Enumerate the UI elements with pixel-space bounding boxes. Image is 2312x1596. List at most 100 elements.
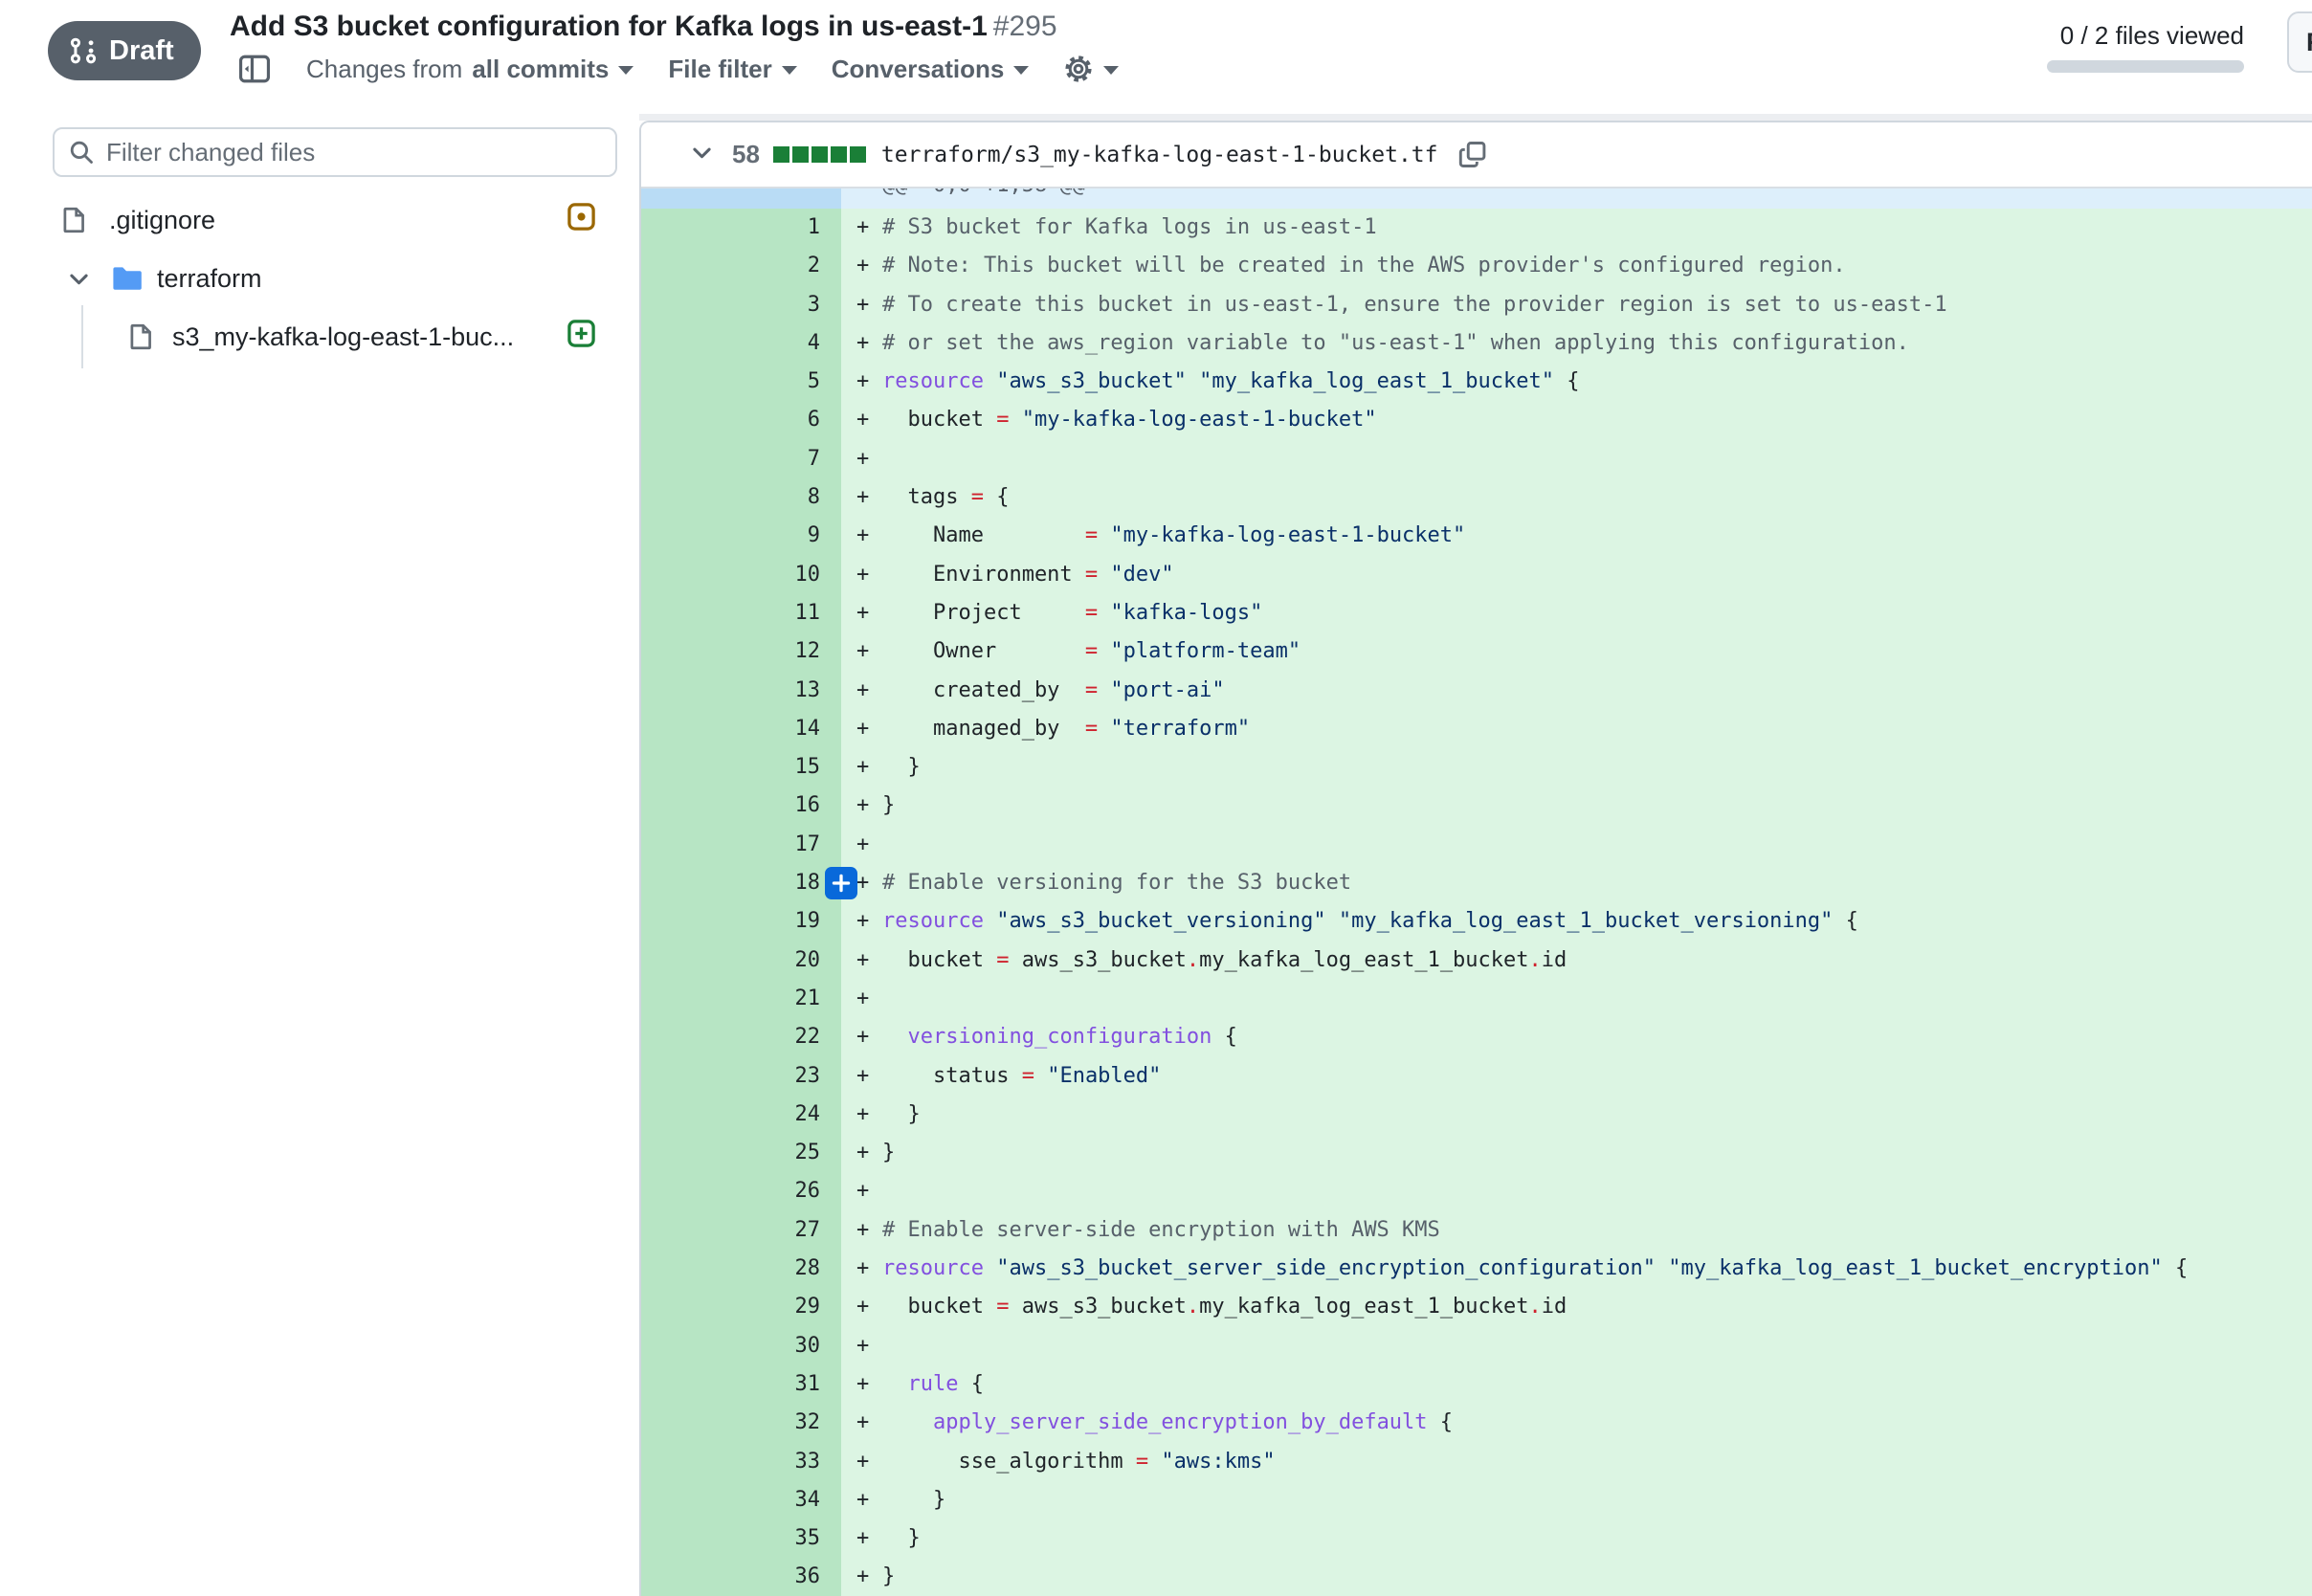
diff-addition-marker: + [856, 1134, 882, 1172]
copy-file-path-button[interactable] [1457, 140, 1487, 169]
diff-addition-marker: + [856, 672, 882, 710]
diff-line-content: + managed_by = "terraform" [841, 710, 2312, 748]
changes-from-dropdown[interactable]: Changes from all commits [306, 55, 634, 84]
file-filter-dropdown[interactable]: File filter [668, 55, 796, 84]
diff-line-content: + } [841, 748, 2312, 787]
chevron-down-icon [66, 266, 92, 292]
diff-line-number[interactable]: 8 [641, 478, 841, 517]
diff-addition-marker: + [856, 1096, 882, 1134]
diff-line-content: + [841, 1172, 2312, 1210]
diff-line: 23+ status = "Enabled" [641, 1057, 2312, 1096]
diff-line-number[interactable]: 26 [641, 1172, 841, 1210]
diff-line-number[interactable]: 5 [641, 363, 841, 401]
diff-line-number[interactable]: 29 [641, 1288, 841, 1326]
diff-line-number[interactable]: 28 [641, 1250, 841, 1288]
collapse-file-chevron[interactable] [689, 140, 715, 170]
diff-line-number[interactable]: 9 [641, 517, 841, 555]
diff-line-number[interactable]: 30 [641, 1327, 841, 1365]
diff-line-content: + } [841, 1096, 2312, 1134]
diff-line-content: +# or set the aws_region variable to "us… [841, 324, 2312, 363]
diff-line-number[interactable]: 31 [641, 1365, 841, 1404]
diff-line-number[interactable]: 4 [641, 324, 841, 363]
diff-line-number[interactable]: 15 [641, 748, 841, 787]
diff-line-number[interactable]: 34 [641, 1481, 841, 1519]
diff-line-number[interactable]: 11 [641, 594, 841, 632]
diff-line: 11+ Project = "kafka-logs" [641, 594, 2312, 632]
file-icon [127, 322, 155, 351]
tree-indent-guide [81, 305, 83, 368]
diff-line-number[interactable]: 19 [641, 902, 841, 941]
diff-line: 8+ tags = { [641, 478, 2312, 517]
diff-line-number[interactable]: 24 [641, 1096, 841, 1134]
diff-line-number[interactable]: 7 [641, 440, 841, 478]
diff-line-number[interactable]: 23 [641, 1057, 841, 1096]
diff-addition-marker: + [856, 787, 882, 825]
diff-line-number[interactable]: 33 [641, 1443, 841, 1481]
diff-line-number[interactable]: 16 [641, 787, 841, 825]
diff-line-number[interactable]: 20 [641, 942, 841, 980]
diff-line-content: +} [841, 787, 2312, 825]
diff-line-content: +} [841, 1134, 2312, 1172]
diff-line-number[interactable]: 1 [641, 209, 841, 247]
diff-line-content: + bucket = aws_s3_bucket.my_kafka_log_ea… [841, 1288, 2312, 1326]
diff-settings-dropdown[interactable] [1063, 54, 1119, 84]
diff-addition-marker: + [856, 1443, 882, 1481]
diff-addition-marker: + [856, 1558, 882, 1596]
diff-line-number[interactable]: 36 [641, 1558, 841, 1596]
diff-line-number[interactable]: 21 [641, 980, 841, 1018]
diff-line-number[interactable]: 6 [641, 401, 841, 439]
diff-addition-marker: + [856, 1018, 882, 1056]
diff-line: 34+ } [641, 1481, 2312, 1519]
diff-line-number[interactable]: 27 [641, 1211, 841, 1250]
diff-line-number[interactable]: 25 [641, 1134, 841, 1172]
diff-addition-marker: + [856, 1172, 882, 1210]
diff-addition-marker: + [856, 517, 882, 555]
diff-addition-marker: + [856, 1519, 882, 1558]
diff-addition-marker: + [856, 209, 882, 247]
conversations-dropdown[interactable]: Conversations [832, 55, 1030, 84]
diff-line-content: + bucket = "my-kafka-log-east-1-bucket" [841, 401, 2312, 439]
diff-line-number[interactable]: 13 [641, 672, 841, 710]
diff-line-number[interactable]: 22 [641, 1018, 841, 1056]
diff-addition-marker: + [856, 1327, 882, 1365]
diff-line: 26 + [641, 1172, 2312, 1210]
filter-changed-files-box [53, 127, 617, 177]
scroll-gutter-strip [639, 114, 2312, 121]
diff-line-number[interactable]: 32 [641, 1404, 841, 1442]
diff-line-content: + } [841, 1519, 2312, 1558]
diff-line-content: +resource "aws_s3_bucket_server_side_enc… [841, 1250, 2312, 1288]
diff-line: 32+ apply_server_side_encryption_by_defa… [641, 1404, 2312, 1442]
diff-addition-marker: + [856, 440, 882, 478]
diff-line: 29+ bucket = aws_s3_bucket.my_kafka_log_… [641, 1288, 2312, 1326]
diff-line: 19+resource "aws_s3_bucket_versioning" "… [641, 902, 2312, 941]
diff-addition-marker: + [856, 1057, 882, 1096]
diff-line-number[interactable]: 18 [641, 864, 841, 902]
diff-line-number[interactable]: 10 [641, 556, 841, 594]
diff-line-number[interactable]: 2 [641, 247, 841, 285]
tree-item-s3-bucket-file[interactable]: s3_my-kafka-log-east-1-buc... [53, 310, 617, 364]
git-pull-request-draft-icon [69, 36, 98, 65]
add-comment-button[interactable] [825, 867, 857, 899]
diff-line: 21+ [641, 980, 2312, 1018]
diffstat-blocks [773, 146, 866, 163]
diff-line-number[interactable]: 14 [641, 710, 841, 748]
tree-item-gitignore[interactable]: .gitignore [53, 193, 617, 247]
diff-addition-marker: + [856, 1404, 882, 1442]
diff-addition-marker: + [856, 710, 882, 748]
collapse-sidebar-button[interactable] [237, 53, 272, 85]
chevron-down-icon [782, 66, 797, 75]
sidebar-collapse-icon [237, 53, 272, 85]
filter-changed-files-input[interactable] [106, 138, 602, 167]
diff-line-number[interactable]: 35 [641, 1519, 841, 1558]
diff-line: 6+ bucket = "my-kafka-log-east-1-bucket" [641, 401, 2312, 439]
review-changes-button-partial[interactable]: R [2287, 11, 2312, 73]
tree-item-terraform-folder[interactable]: terraform [53, 252, 617, 305]
diff-line-content: +resource "aws_s3_bucket" "my_kafka_log_… [841, 363, 2312, 401]
file-tree: .gitignore terraform [53, 193, 617, 364]
diff-addition-marker: + [856, 1250, 882, 1288]
diff-line-number[interactable]: 17 [641, 826, 841, 864]
diff-line-content: + Environment = "dev" [841, 556, 2312, 594]
diff-line-number[interactable]: 12 [641, 632, 841, 671]
diff-line-content: +# To create this bucket in us-east-1, e… [841, 286, 2312, 324]
diff-line-number[interactable]: 3 [641, 286, 841, 324]
